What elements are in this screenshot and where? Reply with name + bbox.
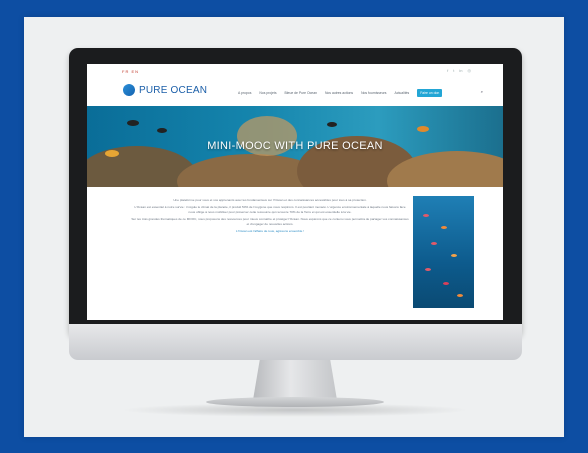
nav-item-projects[interactable]: Nos projets bbox=[259, 91, 276, 95]
intro-paragraph: Une plateforme pour vous et vos apprenan… bbox=[173, 198, 367, 202]
website-screen: FR EN f t in ◎ PURE OCEAN A propos Nos p… bbox=[87, 64, 503, 320]
fish-shape bbox=[327, 122, 337, 127]
fish-shape bbox=[417, 126, 429, 132]
fish-shape bbox=[157, 128, 167, 133]
brand-name: PURE OCEAN bbox=[139, 84, 208, 96]
reef-photo bbox=[413, 196, 474, 308]
monitor-stand-base bbox=[206, 397, 384, 407]
nav-item-blue[interactable]: Bleue de Pure Ocean bbox=[285, 91, 317, 95]
linkedin-icon[interactable]: in bbox=[459, 68, 462, 73]
intro-paragraph: Sur les trois grandes thématiques de ce … bbox=[131, 217, 409, 226]
site-header: PURE OCEAN A propos Nos projets Bleue de… bbox=[87, 78, 503, 104]
intro-link[interactable]: L'Océan est l'affaire de tous, agissons … bbox=[131, 229, 409, 233]
fish-shape bbox=[423, 214, 429, 217]
fish-shape bbox=[441, 226, 447, 229]
instagram-icon[interactable]: ◎ bbox=[468, 68, 472, 73]
language-flags[interactable]: FR EN bbox=[122, 69, 139, 74]
nav-item-suppliers[interactable]: Nos fournisseurs bbox=[361, 91, 386, 95]
facebook-icon[interactable]: f bbox=[447, 68, 448, 73]
wave-logo-icon bbox=[123, 84, 135, 96]
nav-item-actions[interactable]: Nos autres actions bbox=[325, 91, 353, 95]
hero-title: MINI-MOOC WITH PURE OCEAN bbox=[207, 140, 383, 152]
fish-shape bbox=[457, 294, 463, 297]
fish-shape bbox=[451, 254, 457, 257]
nav-item-news[interactable]: Actualités bbox=[395, 91, 410, 95]
monitor-stand bbox=[253, 360, 337, 400]
main-nav: A propos Nos projets Bleue de Pure Ocean… bbox=[238, 89, 443, 97]
top-bar: FR EN f t in ◎ bbox=[87, 64, 503, 76]
fish-shape bbox=[431, 242, 437, 245]
donate-button[interactable]: Faire un don bbox=[417, 89, 443, 97]
twitter-icon[interactable]: t bbox=[453, 68, 454, 73]
monitor-chin bbox=[69, 324, 522, 360]
site-logo[interactable]: PURE OCEAN bbox=[123, 84, 207, 96]
fish-shape bbox=[443, 282, 449, 285]
nav-item-about[interactable]: A propos bbox=[238, 91, 251, 95]
intro-content: Une plateforme pour vous et vos apprenan… bbox=[131, 198, 409, 236]
fish-shape bbox=[425, 268, 431, 271]
search-icon[interactable]: ⌕ bbox=[481, 89, 483, 94]
social-links: f t in ◎ bbox=[447, 68, 471, 73]
hero-banner: MINI-MOOC WITH PURE OCEAN bbox=[87, 106, 503, 187]
fish-shape bbox=[127, 120, 139, 126]
intro-paragraph: L'Océan est essentiel à notre survie : i… bbox=[134, 205, 406, 214]
